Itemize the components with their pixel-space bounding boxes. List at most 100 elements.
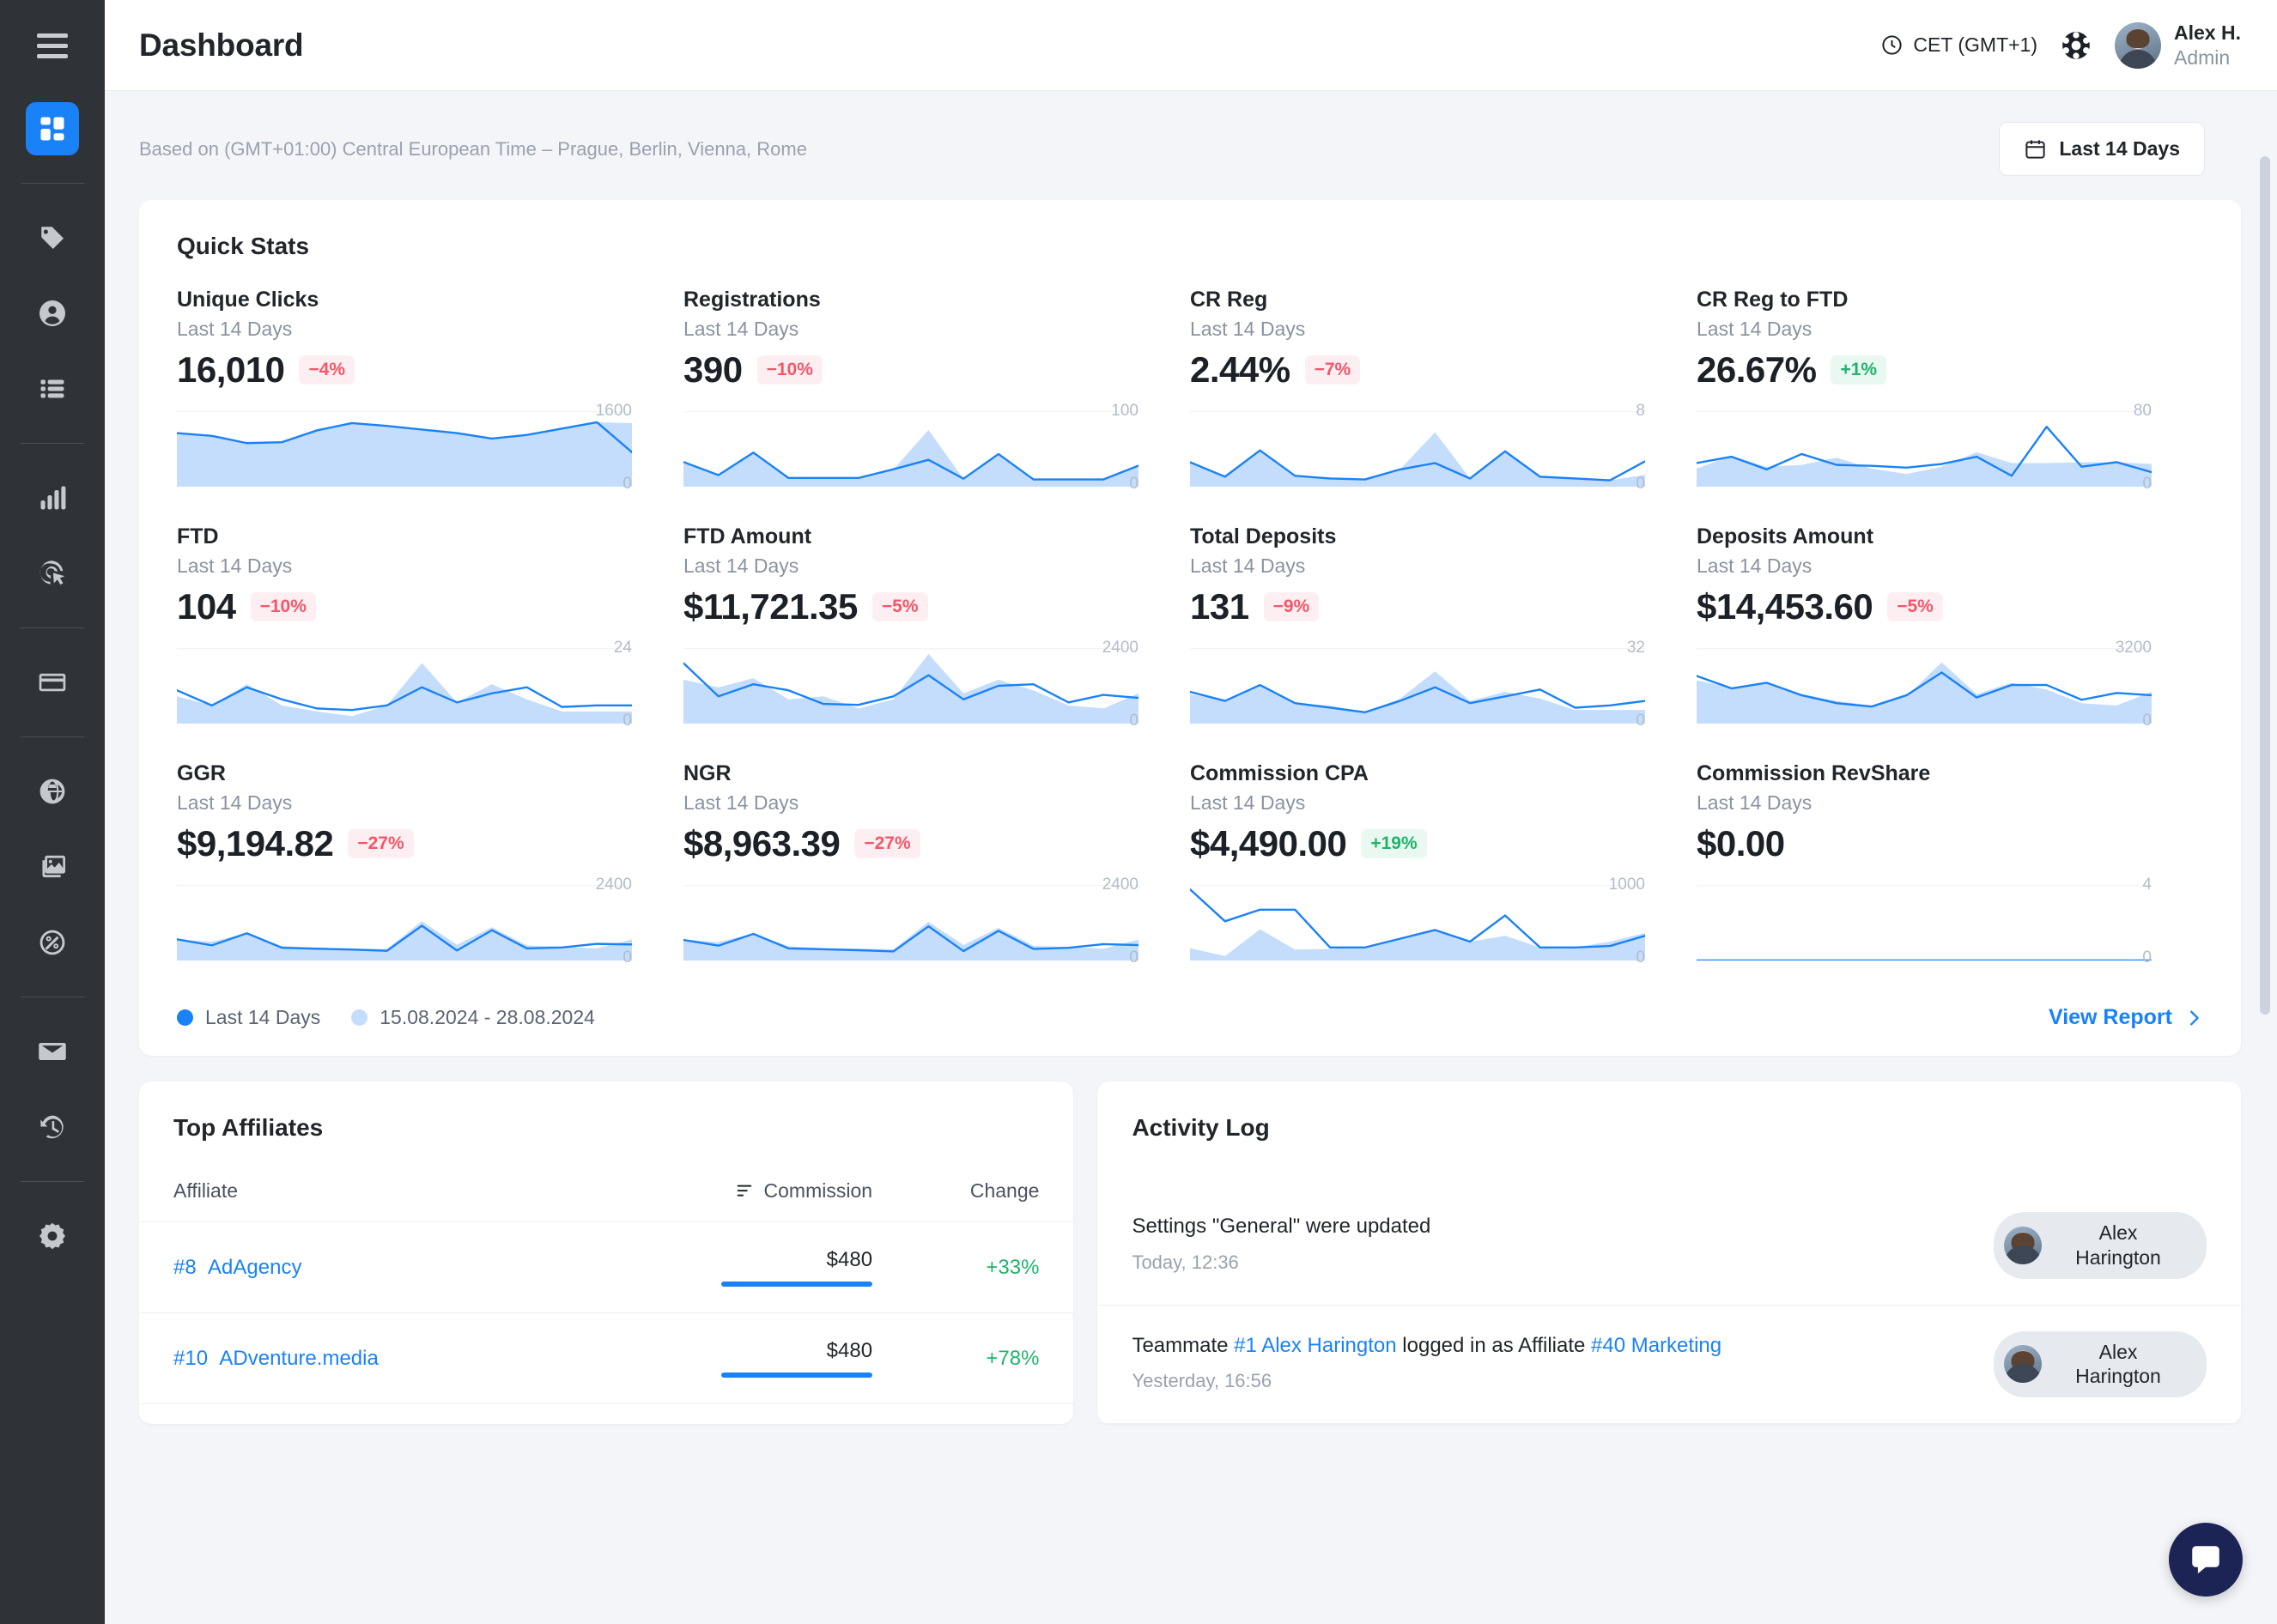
- sidebar-item-domains[interactable]: [26, 765, 79, 818]
- legend-previous-label: 15.08.2024 - 28.08.2024: [380, 1006, 595, 1028]
- stat-axis-min: 0: [622, 712, 632, 730]
- legend-previous[interactable]: 15.08.2024 - 28.08.2024: [351, 1006, 595, 1029]
- clock-history-icon: [40, 1115, 64, 1139]
- stat-card[interactable]: Deposits Amount Last 14 Days $14,453.60 …: [1697, 524, 2203, 761]
- activity-text-fragment: Teammate: [1132, 1333, 1235, 1357]
- stat-axis-min: 0: [2142, 712, 2152, 730]
- sidebar-item-dashboard[interactable]: [26, 102, 79, 155]
- content-scroll-area[interactable]: Based on (GMT+01:00) Central European Ti…: [105, 91, 2277, 1624]
- user-menu[interactable]: Alex H. Admin: [2115, 21, 2241, 70]
- stat-card-change-badge: −7%: [1304, 355, 1361, 385]
- sidebar-item-clicks[interactable]: [26, 547, 79, 600]
- page-scrollbar-thumb[interactable]: [2260, 156, 2270, 1015]
- timezone-note: Based on (GMT+01:00) Central European Ti…: [139, 137, 807, 160]
- affiliate-name-link[interactable]: AdAgency: [208, 1256, 301, 1279]
- stat-card[interactable]: Commission CPA Last 14 Days $4,490.00 +1…: [1190, 761, 1697, 998]
- stat-card-change-badge: −5%: [871, 592, 928, 621]
- stat-card-period: Last 14 Days: [177, 791, 293, 814]
- change-cell: +78%: [872, 1312, 1074, 1404]
- sidebar-item-settings[interactable]: [26, 1209, 79, 1263]
- sidebar-divider-6: [21, 1181, 84, 1182]
- stat-axis-min: 0: [1129, 948, 1138, 967]
- activity-log-item[interactable]: Settings "General" were updated Today, 12…: [1097, 1186, 2241, 1306]
- sidebar-divider-4: [21, 736, 84, 737]
- stat-card-period: Last 14 Days: [1190, 318, 1306, 340]
- stat-card[interactable]: CR Reg Last 14 Days 2.44% −7% 8 0: [1190, 288, 1697, 524]
- sidebar-item-mail[interactable]: [26, 1025, 79, 1078]
- sidebar-item-affiliates[interactable]: [26, 287, 79, 340]
- stat-card-value: $9,194.82: [177, 823, 334, 864]
- stat-card[interactable]: NGR Last 14 Days $8,963.39 −27% 2400 0: [683, 761, 1190, 998]
- sidebar-item-offers[interactable]: [26, 211, 79, 264]
- table-row[interactable]: #8 AdAgency $480 +33%: [139, 1221, 1074, 1313]
- stat-card[interactable]: GGR Last 14 Days $9,194.82 −27% 2400 0: [177, 761, 683, 998]
- stat-card-value-row: $11,721.35 −5%: [683, 586, 1138, 627]
- col-commission[interactable]: Commission: [604, 1142, 873, 1222]
- activity-item-user-chip[interactable]: Alex Harington: [1994, 1330, 2207, 1397]
- date-range-button[interactable]: Last 14 Days: [1999, 122, 2205, 176]
- activity-log-list: Settings "General" were updated Today, 12…: [1097, 1186, 2241, 1424]
- stat-axis-max: 1000: [1608, 876, 1645, 894]
- activity-item-body: Settings "General" were updated Today, 12…: [1132, 1212, 1430, 1274]
- sidebar-item-payments[interactable]: [26, 656, 79, 709]
- stat-axis-min: 0: [1129, 475, 1138, 493]
- stat-card[interactable]: CR Reg to FTD Last 14 Days 26.67% +1% 80…: [1697, 288, 2203, 524]
- envelope-icon: [39, 1042, 66, 1061]
- stat-axis-max: 24: [613, 639, 632, 657]
- activity-item-time: Today, 12:36: [1132, 1251, 1239, 1273]
- sidebar-item-lists[interactable]: [26, 362, 79, 415]
- quick-stats-title: Quick Stats: [177, 233, 310, 259]
- timezone-selector[interactable]: CET (GMT+1): [1880, 33, 2037, 57]
- lifebuoy-icon[interactable]: [2060, 29, 2092, 62]
- activity-log-item[interactable]: Teammate #1 Alex Harington logged in as …: [1097, 1306, 2241, 1424]
- activity-link[interactable]: #1 Alex Harington: [1234, 1334, 1396, 1357]
- sidebar-item-promotions[interactable]: [26, 916, 79, 969]
- stat-card-value-row: $4,490.00 +19%: [1190, 823, 1645, 864]
- stat-card-value-row: $9,194.82 −27%: [177, 823, 632, 864]
- stat-card[interactable]: FTD Last 14 Days 104 −10% 24 0: [177, 524, 683, 761]
- user-info: Alex H. Admin: [2174, 21, 2241, 70]
- commission-value: $480: [826, 1248, 873, 1271]
- stat-card-period: Last 14 Days: [1190, 791, 1306, 814]
- sparkline-svg: [683, 409, 1138, 487]
- legend-current-label: Last 14 Days: [205, 1006, 321, 1028]
- sparkline-svg: [177, 409, 632, 487]
- sidebar: [0, 0, 105, 1624]
- stat-axis-max: 8: [1636, 402, 1645, 420]
- stat-card[interactable]: Unique Clicks Last 14 Days 16,010 −4% 16…: [177, 288, 683, 524]
- stat-card-value-row: $14,453.60 −5%: [1697, 586, 2152, 627]
- sidebar-item-reports[interactable]: [26, 471, 79, 524]
- stat-card[interactable]: Registrations Last 14 Days 390 −10% 100 …: [683, 288, 1190, 524]
- legend-current[interactable]: Last 14 Days: [177, 1006, 320, 1029]
- stat-card[interactable]: Commission RevShare Last 14 Days $0.00 4…: [1697, 761, 2203, 998]
- cursor-target-icon: [39, 561, 65, 585]
- commission-value: $480: [826, 1339, 873, 1362]
- stat-card-sparkline: 1600 0: [177, 402, 632, 493]
- stat-card[interactable]: Total Deposits Last 14 Days 131 −9% 32 0: [1190, 524, 1697, 761]
- menu-toggle-button[interactable]: [0, 0, 105, 91]
- page-scrollbar-track[interactable]: [2260, 91, 2270, 1624]
- activity-link[interactable]: #40 Marketing: [1591, 1334, 1721, 1357]
- stat-axis-min: 0: [1636, 948, 1645, 967]
- top-affiliates-table: Affiliate Commission Change #8 AdAgency …: [139, 1142, 1074, 1404]
- table-row[interactable]: #10 ADventure.media $480 +78%: [139, 1312, 1074, 1404]
- sparkline-svg: [1697, 883, 2152, 960]
- stat-card-value: $0.00: [1697, 823, 1785, 864]
- stat-axis-max: 4: [2142, 876, 2152, 894]
- activity-item-user-chip[interactable]: Alex Harington: [1994, 1212, 2207, 1279]
- stat-card[interactable]: FTD Amount Last 14 Days $11,721.35 −5% 2…: [683, 524, 1190, 761]
- stat-card-value: 104: [177, 586, 236, 627]
- view-report-link[interactable]: View Report: [2049, 1005, 2203, 1030]
- activity-log-panel: Activity Log Settings "General" were upd…: [1097, 379, 2268, 1424]
- sidebar-item-activity-history[interactable]: [26, 1100, 79, 1154]
- stat-card-name: Registrations: [683, 288, 821, 312]
- sidebar-item-creatives[interactable]: [26, 840, 79, 894]
- chat-widget-button[interactable]: [2169, 1523, 2243, 1597]
- affiliate-id-link[interactable]: #8: [173, 1256, 197, 1279]
- sparkline-svg: [1190, 646, 1645, 724]
- affiliate-name-link[interactable]: ADventure.media: [219, 1347, 378, 1370]
- stat-axis-max: 32: [1626, 639, 1645, 657]
- stat-card-value-row: 16,010 −4%: [177, 349, 632, 391]
- affiliate-id-link[interactable]: #10: [173, 1347, 208, 1370]
- stat-axis-min: 0: [622, 948, 632, 967]
